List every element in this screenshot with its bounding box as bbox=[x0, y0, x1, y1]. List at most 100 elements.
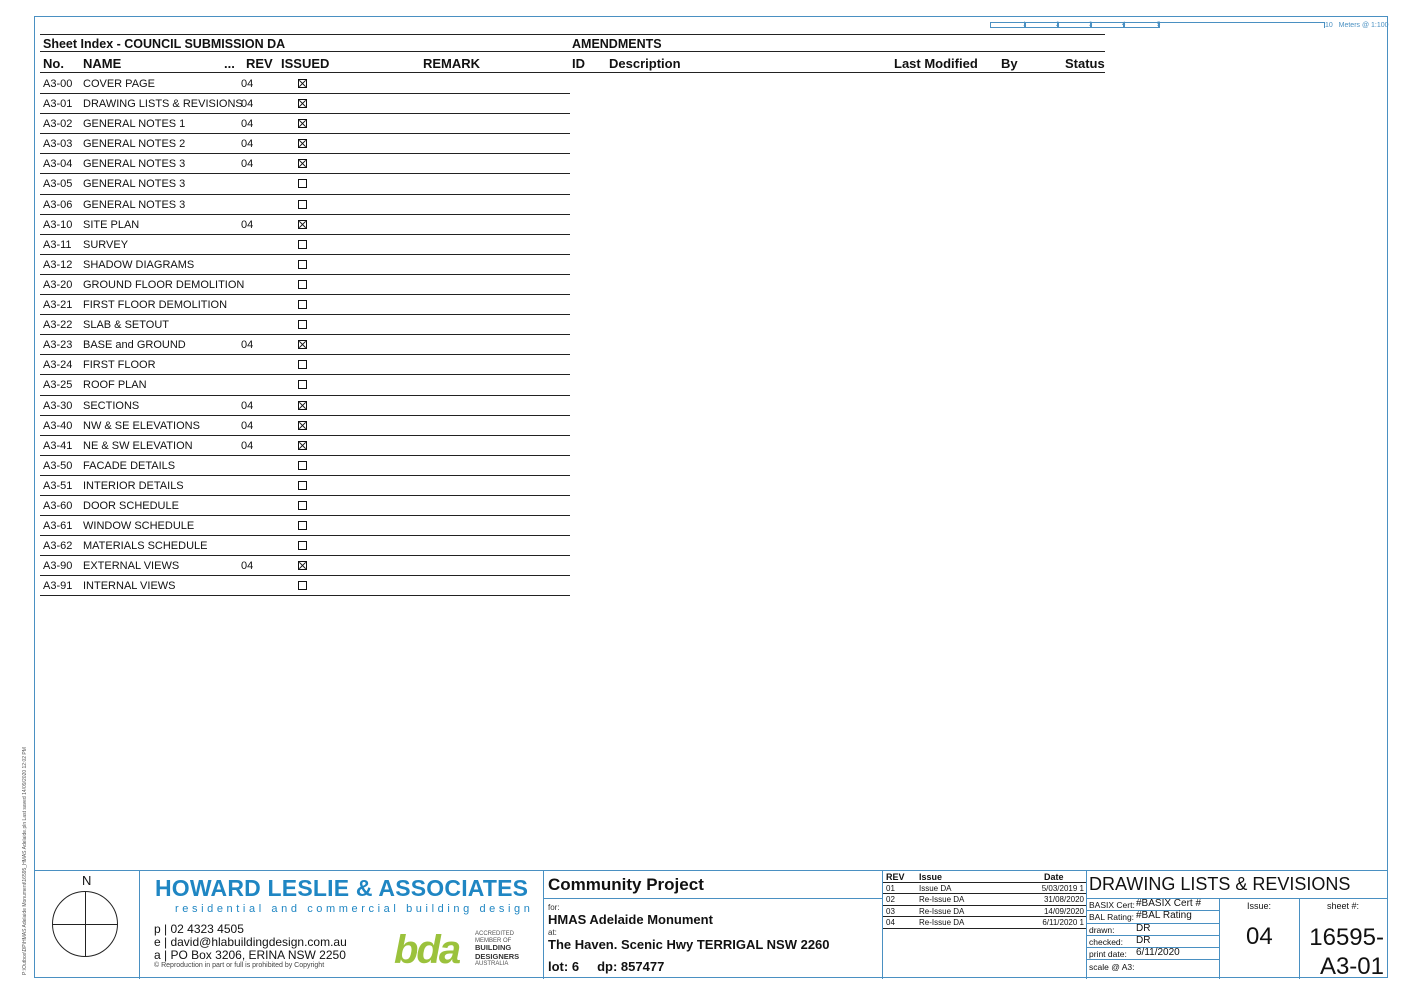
scale-label: 10 Meters @ 1:100 bbox=[1325, 22, 1389, 29]
checked-box-icon[interactable] bbox=[298, 420, 307, 430]
checked-box-icon[interactable] bbox=[298, 119, 307, 129]
file-path-note: P:\Outbox\DP\HMAS Adelaide Monument\1659… bbox=[22, 747, 28, 975]
amendments-title: AMENDMENTS bbox=[570, 34, 1105, 52]
checked-box-icon[interactable] bbox=[298, 440, 307, 450]
sheet-name: GENERAL NOTES 1 bbox=[83, 118, 186, 131]
sheet-name: ROOF PLAN bbox=[83, 379, 147, 392]
table-row: A3-11 SURVEY bbox=[40, 235, 570, 255]
unchecked-box-icon[interactable] bbox=[298, 380, 307, 390]
table-row: A3-06 GENERAL NOTES 3 bbox=[40, 195, 570, 215]
scale-tick: 1 bbox=[1023, 22, 1027, 28]
unchecked-box-icon[interactable] bbox=[298, 360, 307, 370]
sheet-no: A3-30 bbox=[43, 399, 73, 412]
bda-logo: bda bbox=[394, 928, 461, 972]
sheet-rev: 04 bbox=[241, 339, 254, 352]
col-last-modified: Last Modified bbox=[894, 56, 978, 71]
sheet-name: NW & SE ELEVATIONS bbox=[83, 419, 200, 432]
amendments-header: ID Description Last Modified By Status bbox=[570, 53, 1105, 73]
unchecked-box-icon[interactable] bbox=[298, 179, 307, 189]
sheet-name: MATERIALS SCHEDULE bbox=[83, 540, 208, 553]
sheet-no: A3-02 bbox=[43, 118, 73, 131]
table-row: A3-01 DRAWING LISTS & REVISIONS 04 bbox=[40, 94, 570, 115]
sheet-no: A3-04 bbox=[43, 158, 73, 171]
sheet-name: COVER PAGE bbox=[83, 78, 155, 90]
table-row: A3-02 GENERAL NOTES 1 04 bbox=[40, 114, 570, 135]
sheet-name: GENERAL NOTES 3 bbox=[83, 158, 186, 171]
unchecked-box-icon[interactable] bbox=[298, 480, 307, 490]
project-address: The Haven. Scenic Hwy TERRIGAL NSW 2260 bbox=[548, 937, 830, 952]
checked-box-icon[interactable] bbox=[298, 340, 307, 350]
unchecked-box-icon[interactable] bbox=[298, 521, 307, 531]
sheet-no: A3-00 bbox=[43, 78, 73, 90]
col-rev: REV bbox=[246, 56, 273, 71]
sheet-name: SECTIONS bbox=[83, 399, 140, 412]
copyright-note: © Reproduction in part or full is prohib… bbox=[154, 962, 325, 969]
sheet-name: GENERAL NOTES 3 bbox=[83, 198, 186, 211]
sheet-no: A3-10 bbox=[43, 218, 73, 231]
table-row: A3-25 ROOF PLAN bbox=[40, 375, 570, 396]
table-row: A3-60 DOOR SCHEDULE bbox=[40, 496, 570, 517]
sheet-no: A3-05 bbox=[43, 178, 73, 191]
revision-row: 03 Re-Issue DA 14/09/2020 bbox=[883, 906, 1086, 917]
sheet-name: EXTERNAL VIEWS bbox=[83, 560, 180, 573]
unchecked-box-icon[interactable] bbox=[298, 259, 307, 269]
revision-row: 02 Re-Issue DA 31/08/2020 bbox=[883, 894, 1086, 906]
unchecked-box-icon[interactable] bbox=[298, 500, 307, 510]
sheet-name: BASE and GROUND bbox=[83, 339, 186, 352]
sheet-name: SURVEY bbox=[83, 238, 129, 251]
checked-box-icon[interactable] bbox=[298, 400, 307, 410]
sheet-rev: 04 bbox=[241, 118, 254, 131]
sheet-index-title: Sheet Index - COUNCIL SUBMISSION DA bbox=[40, 34, 570, 52]
table-row: A3-21 FIRST FLOOR DEMOLITION bbox=[40, 295, 570, 316]
unchecked-box-icon[interactable] bbox=[298, 581, 307, 591]
unchecked-box-icon[interactable] bbox=[298, 320, 307, 330]
north-label: N bbox=[82, 873, 92, 888]
checked-box-icon[interactable] bbox=[298, 561, 307, 571]
table-row: A3-12 SHADOW DIAGRAMS bbox=[40, 255, 570, 275]
table-row: A3-03 GENERAL NOTES 2 04 bbox=[40, 134, 570, 155]
firm-name: HOWARD LESLIE & ASSOCIATES bbox=[155, 875, 529, 901]
sheet-rev: 04 bbox=[241, 439, 254, 452]
sheet-name: DOOR SCHEDULE bbox=[83, 499, 179, 512]
sheet-no: A3-62 bbox=[43, 540, 73, 553]
unchecked-box-icon[interactable] bbox=[298, 279, 307, 289]
revision-table: REV Issue Date 01 Issue DA 5/03/2019 1 02 Re… bbox=[883, 871, 1086, 929]
checked-box-icon[interactable] bbox=[298, 219, 307, 229]
table-row: A3-10 SITE PLAN 04 bbox=[40, 215, 570, 235]
table-row: A3-51 INTERIOR DETAILS bbox=[40, 476, 570, 496]
sheet-name: SITE PLAN bbox=[83, 218, 140, 231]
table-row: A3-91 INTERNAL VIEWS bbox=[40, 576, 570, 597]
col-status: Status bbox=[1065, 56, 1105, 71]
sheet-no: A3-40 bbox=[43, 419, 73, 432]
table-row: A3-24 FIRST FLOOR bbox=[40, 355, 570, 376]
col-remark: REMARK bbox=[423, 56, 481, 71]
revision-row: 04 Re-Issue DA 6/11/2020 1 bbox=[883, 917, 1086, 929]
issue-label: Issue: bbox=[1247, 901, 1272, 911]
col-name: NAME bbox=[83, 56, 122, 71]
checked-box-icon[interactable] bbox=[298, 79, 307, 88]
sheet-no: A3-50 bbox=[43, 459, 73, 472]
checked-box-icon[interactable] bbox=[298, 159, 307, 169]
sheet-name: DRAWING LISTS & REVISIONS bbox=[83, 98, 243, 111]
sheet-no: A3-20 bbox=[43, 278, 73, 291]
sheet-no: A3-61 bbox=[43, 520, 73, 533]
scale-tick: 2 bbox=[1056, 22, 1060, 28]
sheet-label: sheet #: bbox=[1327, 901, 1360, 911]
sheet-name: GROUND FLOOR DEMOLITION bbox=[83, 278, 245, 291]
unchecked-box-icon[interactable] bbox=[298, 199, 307, 209]
col-issued: ISSUED bbox=[281, 56, 330, 71]
unchecked-box-icon[interactable] bbox=[298, 300, 307, 310]
sheet-index-header: No. NAME ... REV ISSUED REMARK bbox=[40, 53, 570, 73]
sheet-name: INTERNAL VIEWS bbox=[83, 580, 176, 593]
firm-contact: p | 02 4323 4505 e | david@hlabuildingde… bbox=[154, 923, 347, 962]
firm-tagline: residential and commercial building desi… bbox=[175, 903, 534, 915]
sheet-name: FACADE DETAILS bbox=[83, 459, 176, 472]
unchecked-box-icon[interactable] bbox=[298, 460, 307, 470]
sheet-no: A3-03 bbox=[43, 138, 73, 151]
checked-box-icon[interactable] bbox=[298, 139, 307, 149]
unchecked-box-icon[interactable] bbox=[298, 239, 307, 249]
unchecked-box-icon[interactable] bbox=[298, 541, 307, 551]
sheet-rev: 04 bbox=[241, 399, 254, 412]
checked-box-icon[interactable] bbox=[298, 99, 307, 109]
col-dots: ... bbox=[224, 56, 235, 71]
